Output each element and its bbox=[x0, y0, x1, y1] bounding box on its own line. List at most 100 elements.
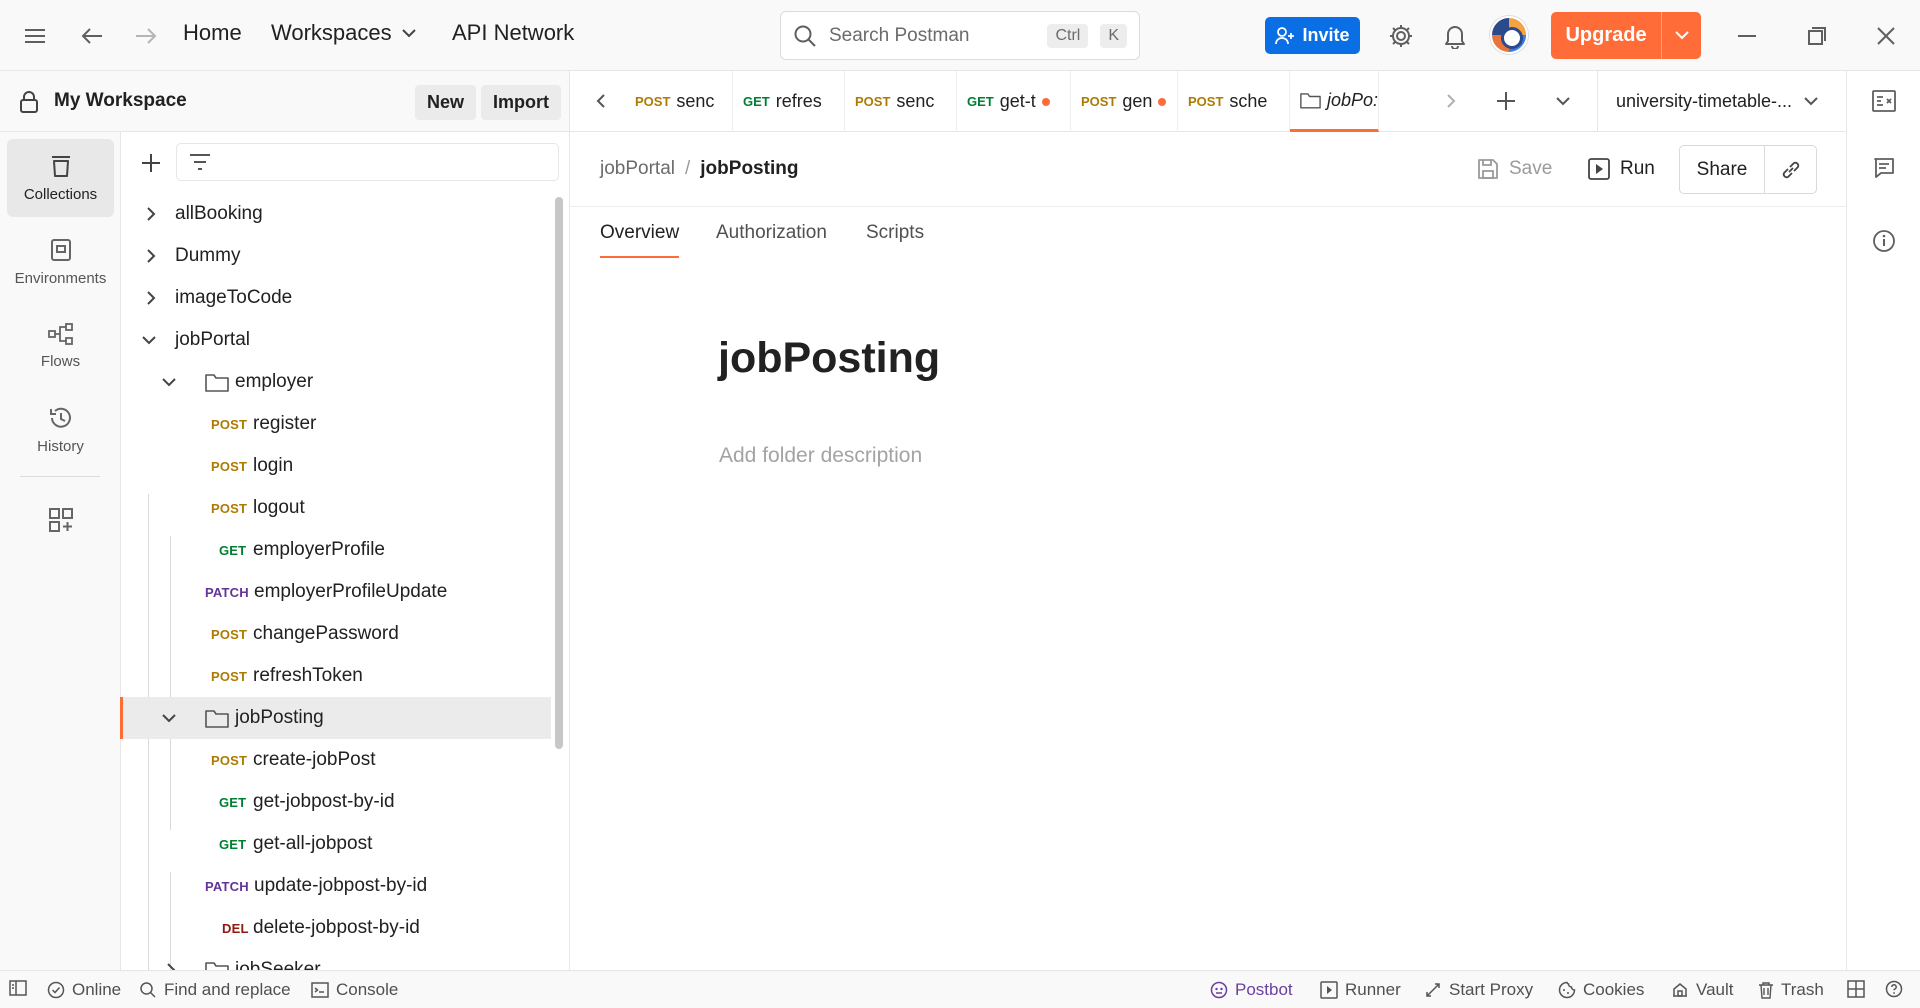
forward-arrow-icon[interactable] bbox=[126, 16, 166, 56]
restore-window-icon[interactable] bbox=[1797, 16, 1837, 56]
chevron-right-icon[interactable] bbox=[161, 960, 181, 970]
subtab-overview[interactable]: Overview bbox=[600, 222, 680, 258]
request-tab[interactable]: POST senc bbox=[625, 71, 733, 132]
nav-collections[interactable]: Collections bbox=[7, 139, 114, 217]
request-row[interactable]: POST create-jobPost bbox=[121, 739, 551, 781]
vault-button[interactable]: Vault bbox=[1671, 980, 1734, 1000]
tab-list-chevron-down-icon[interactable] bbox=[1543, 81, 1583, 121]
chevron-down-icon[interactable] bbox=[139, 330, 159, 350]
environment-name: university-timetable-... bbox=[1616, 91, 1793, 111]
chevron-down-icon[interactable] bbox=[159, 372, 179, 392]
request-row[interactable]: POST logout bbox=[121, 487, 551, 529]
api-network-link[interactable]: API Network bbox=[452, 20, 574, 46]
request-row[interactable]: GET get-jobpost-by-id bbox=[121, 781, 551, 823]
request-row[interactable]: GET employerProfile bbox=[121, 529, 551, 571]
nav-configure-workbench[interactable] bbox=[7, 490, 114, 550]
request-tab[interactable]: GET refres bbox=[733, 71, 845, 132]
trash-button[interactable]: Trash bbox=[1758, 980, 1824, 1000]
method-badge: POST bbox=[211, 668, 248, 684]
comments-icon[interactable] bbox=[1864, 148, 1904, 188]
request-name: changePassword bbox=[253, 623, 399, 644]
chevron-down-icon[interactable] bbox=[159, 708, 179, 728]
request-tab[interactable]: GET get-t bbox=[957, 71, 1071, 132]
nav-history[interactable]: History bbox=[7, 391, 114, 469]
start-proxy-button[interactable]: Start Proxy bbox=[1424, 980, 1533, 1000]
help-icon[interactable] bbox=[1885, 980, 1903, 998]
filter-input[interactable] bbox=[176, 143, 559, 181]
folder-row-employer[interactable]: employer bbox=[121, 361, 551, 403]
collection-row[interactable]: jobPortal bbox=[121, 319, 551, 361]
breadcrumb-current[interactable]: jobPosting bbox=[700, 158, 798, 180]
request-row[interactable]: POST refreshToken bbox=[121, 655, 551, 697]
online-status[interactable]: Online bbox=[47, 980, 121, 1000]
request-row[interactable]: POST changePassword bbox=[121, 613, 551, 655]
request-row[interactable]: DEL delete-jobpost-by-id bbox=[121, 907, 551, 949]
code-snippet-icon[interactable] bbox=[1864, 81, 1904, 121]
request-row[interactable]: POST register bbox=[121, 403, 551, 445]
back-arrow-icon[interactable] bbox=[72, 16, 112, 56]
new-button[interactable]: New bbox=[415, 85, 477, 120]
run-button[interactable]: Run bbox=[1588, 146, 1655, 192]
toggle-sidebar-icon[interactable] bbox=[9, 980, 27, 996]
find-replace-button[interactable]: Find and replace bbox=[139, 980, 291, 1000]
lock-icon bbox=[20, 91, 38, 113]
notification-bell-icon[interactable] bbox=[1435, 16, 1475, 56]
folder-description-input[interactable]: Add folder description bbox=[719, 444, 922, 468]
collection-row[interactable]: allBooking bbox=[121, 193, 551, 235]
save-button[interactable]: Save bbox=[1477, 146, 1552, 192]
subtab-scripts[interactable]: Scripts bbox=[866, 222, 924, 256]
new-label: New bbox=[427, 92, 465, 112]
collection-row[interactable]: imageToCode bbox=[121, 277, 551, 319]
request-row[interactable]: PATCH update-jobpost-by-id bbox=[121, 865, 551, 907]
minimize-icon[interactable] bbox=[1727, 16, 1767, 56]
nav-environments[interactable]: Environments bbox=[7, 223, 114, 301]
info-icon[interactable] bbox=[1864, 221, 1904, 261]
request-row[interactable]: PATCH employerProfileUpdate bbox=[121, 571, 551, 613]
request-tab[interactable]: POST sche bbox=[1178, 71, 1290, 132]
request-row[interactable]: GET get-all-jobpost bbox=[121, 823, 551, 865]
chevron-right-icon[interactable] bbox=[141, 288, 161, 308]
nav-flows[interactable]: Flows bbox=[7, 307, 114, 385]
folder-row-jobposting[interactable]: jobPosting bbox=[121, 697, 551, 739]
sidebar-scrollbar[interactable] bbox=[555, 197, 563, 749]
upgrade-button[interactable]: Upgrade bbox=[1551, 12, 1701, 59]
search-input[interactable]: Search Postman Ctrl K bbox=[780, 11, 1140, 60]
chevron-right-icon[interactable] bbox=[141, 204, 161, 224]
request-tab[interactable]: POST senc bbox=[845, 71, 957, 132]
copy-link-icon[interactable] bbox=[1765, 146, 1816, 193]
home-link[interactable]: Home bbox=[183, 20, 242, 46]
method-badge: PATCH bbox=[205, 878, 249, 894]
share-button[interactable]: Share bbox=[1680, 146, 1765, 193]
subtab-authorization[interactable]: Authorization bbox=[716, 222, 827, 256]
folder-title[interactable]: jobPosting bbox=[718, 334, 940, 383]
workspaces-menu[interactable]: Workspaces bbox=[271, 20, 416, 46]
layout-grid-icon[interactable] bbox=[1847, 980, 1865, 998]
trash-icon bbox=[1759, 982, 1773, 999]
folder-row-jobseeker[interactable]: jobSeeker bbox=[121, 949, 551, 970]
avatar[interactable] bbox=[1490, 16, 1528, 54]
menu-icon[interactable] bbox=[15, 16, 55, 56]
runner-button[interactable]: Runner bbox=[1320, 980, 1401, 1000]
postbot-button[interactable]: Postbot bbox=[1210, 980, 1293, 1000]
close-window-icon[interactable] bbox=[1866, 16, 1906, 56]
chevron-right-icon[interactable] bbox=[141, 246, 161, 266]
request-tab[interactable]: POST gen bbox=[1071, 71, 1178, 132]
invite-button[interactable]: Invite bbox=[1265, 17, 1360, 54]
request-name: login bbox=[253, 455, 294, 476]
request-row[interactable]: POST login bbox=[121, 445, 551, 487]
settings-gear-icon[interactable] bbox=[1381, 16, 1421, 56]
tab-scroll-left-icon[interactable] bbox=[580, 81, 620, 121]
collection-row[interactable]: Dummy bbox=[121, 235, 551, 277]
console-button[interactable]: Console bbox=[311, 980, 398, 1000]
tab-scroll-right-icon[interactable] bbox=[1431, 81, 1471, 121]
tab-title: senc bbox=[676, 91, 715, 111]
breadcrumb-parent[interactable]: jobPortal bbox=[600, 158, 675, 180]
upgrade-chevron-down-icon[interactable] bbox=[1661, 12, 1701, 59]
unsaved-dot bbox=[1158, 97, 1167, 106]
folder-tab-active[interactable]: jobPo: bbox=[1290, 71, 1379, 132]
add-collection-icon[interactable] bbox=[141, 153, 161, 173]
cookies-button[interactable]: Cookies bbox=[1558, 980, 1644, 1000]
environment-selector[interactable]: university-timetable-... bbox=[1597, 71, 1844, 132]
import-button[interactable]: Import bbox=[481, 85, 561, 120]
new-tab-plus-icon[interactable] bbox=[1486, 81, 1526, 121]
